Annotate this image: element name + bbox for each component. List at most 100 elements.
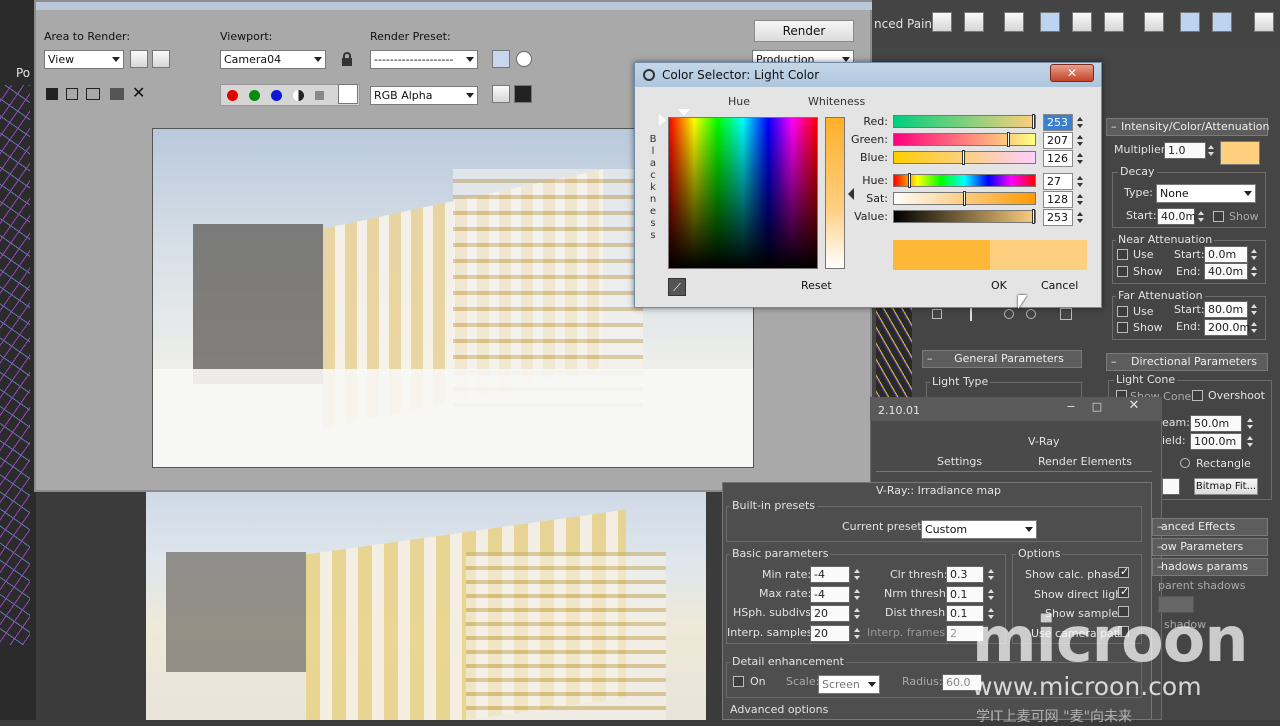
hotspot-input[interactable]: 50.0m xyxy=(1190,415,1242,432)
far-show-checkbox[interactable] xyxy=(1117,322,1128,333)
scale-select[interactable]: Screen xyxy=(818,675,880,694)
near-start-spinner[interactable] xyxy=(1249,246,1259,263)
clear-icon[interactable]: ✕ xyxy=(132,84,145,102)
hue-blackness-field[interactable] xyxy=(668,117,818,269)
shadow-params-rollout[interactable]: ow Parameters xyxy=(1152,538,1268,556)
near-use-checkbox[interactable] xyxy=(1117,249,1128,260)
far-end-spinner[interactable] xyxy=(1249,319,1259,336)
left-tab-label[interactable]: Po xyxy=(16,66,30,80)
directional-rollout-header[interactable]: Directional Parameters xyxy=(1106,353,1268,371)
channel-slider[interactable] xyxy=(893,133,1036,146)
render-button[interactable]: Render xyxy=(754,20,854,42)
channel-spinner[interactable] xyxy=(1075,114,1085,131)
toggle-ui-icon[interactable] xyxy=(514,85,532,103)
far-start-input[interactable]: 80.0m xyxy=(1204,301,1248,318)
clr-thresh-input[interactable]: 0.3 xyxy=(946,566,984,583)
falloff-spinner[interactable] xyxy=(1245,433,1255,450)
light-color-swatch[interactable] xyxy=(1220,141,1260,165)
far-start-spinner[interactable] xyxy=(1249,301,1259,318)
channel-slider-thumb[interactable] xyxy=(1007,132,1010,147)
alpha-channel-icon[interactable] xyxy=(293,90,304,101)
viewport-select[interactable]: Camera04 xyxy=(220,50,326,69)
decay-type-select[interactable]: None xyxy=(1156,184,1256,203)
far-use-checkbox[interactable] xyxy=(1117,306,1128,317)
hsph-subdivs-spinner[interactable] xyxy=(852,605,862,622)
reset-button[interactable]: Reset xyxy=(801,279,832,292)
multiplier-spinner[interactable] xyxy=(1206,142,1216,159)
environment-icon[interactable] xyxy=(516,51,532,67)
nrm-thresh-spinner[interactable] xyxy=(986,586,996,603)
channel-slider-thumb[interactable] xyxy=(1032,209,1035,224)
channel-slider[interactable] xyxy=(893,115,1036,128)
channel-slider[interactable] xyxy=(893,210,1036,223)
clone-frame-icon[interactable] xyxy=(86,88,100,100)
edit-region-icon[interactable] xyxy=(130,50,148,68)
vray-shadows-rollout[interactable]: hadows params xyxy=(1152,558,1268,576)
far-end-input[interactable]: 200.0m xyxy=(1204,319,1250,336)
general-params-rollout-header[interactable]: General Parameters xyxy=(922,350,1082,368)
material-editor-icon[interactable] xyxy=(1144,12,1164,32)
render-setup-icon[interactable] xyxy=(1180,12,1200,32)
min-rate-input[interactable]: -4 xyxy=(810,566,850,583)
max-rate-spinner[interactable] xyxy=(852,586,862,603)
overshoot-checkbox[interactable] xyxy=(1192,390,1203,401)
near-show-checkbox[interactable] xyxy=(1117,266,1128,277)
tab-settings[interactable]: Settings xyxy=(937,455,982,468)
pin-stack-icon[interactable] xyxy=(932,309,942,319)
interp-samples-input[interactable]: 20 xyxy=(810,625,850,642)
remove-modifier-icon[interactable] xyxy=(1026,309,1036,319)
rectangle-radio[interactable] xyxy=(1180,458,1190,468)
advanced-options-label[interactable]: Advanced options xyxy=(730,703,828,716)
channel-spinner[interactable] xyxy=(1075,150,1085,167)
near-start-input[interactable]: 0.0m xyxy=(1204,246,1248,263)
blue-channel-icon[interactable] xyxy=(271,90,282,101)
scene-explorer-icon[interactable] xyxy=(1040,12,1060,32)
clr-thresh-spinner[interactable] xyxy=(986,566,996,583)
align-icon[interactable] xyxy=(932,12,952,32)
monochrome-icon[interactable] xyxy=(315,91,324,100)
interp-samples-spinner[interactable] xyxy=(852,625,862,642)
eyedropper-icon[interactable]: ⟋ xyxy=(668,278,686,296)
green-channel-icon[interactable] xyxy=(249,90,260,101)
channel-value-input[interactable]: 128 xyxy=(1043,191,1073,208)
copy-image-icon[interactable] xyxy=(66,88,78,100)
nrm-thresh-input[interactable]: 0.1 xyxy=(946,586,984,603)
ok-button[interactable]: OK xyxy=(991,279,1007,292)
channel-slider[interactable] xyxy=(893,174,1036,187)
decay-start-input[interactable]: 40.0m xyxy=(1157,208,1196,225)
min-rate-spinner[interactable] xyxy=(852,566,862,583)
current-preset-select[interactable]: Custom xyxy=(921,520,1037,539)
channel-slider-thumb[interactable] xyxy=(1032,114,1035,129)
schematic-view-icon[interactable] xyxy=(1104,12,1124,32)
multiplier-input[interactable]: 1.0 xyxy=(1164,142,1206,159)
advanced-effects-rollout[interactable]: anced Effects xyxy=(1152,518,1268,536)
decay-start-spinner[interactable] xyxy=(1196,208,1206,225)
red-channel-icon[interactable] xyxy=(227,90,238,101)
hue-pointer-icon[interactable] xyxy=(678,109,690,116)
hsph-subdivs-input[interactable]: 20 xyxy=(810,605,850,622)
tab-render-elements[interactable]: Render Elements xyxy=(1038,455,1132,468)
channel-value-input[interactable]: 253 xyxy=(1043,209,1073,226)
save-image-icon[interactable] xyxy=(46,88,58,100)
print-image-icon[interactable] xyxy=(110,88,124,100)
render-setup-small-icon[interactable] xyxy=(492,50,510,68)
hotspot-spinner[interactable] xyxy=(1245,415,1255,432)
show-calc-phase-checkbox[interactable] xyxy=(1118,565,1129,578)
detail-on-checkbox[interactable] xyxy=(733,676,744,687)
near-end-input[interactable]: 40.0m xyxy=(1204,263,1248,280)
falloff-input[interactable]: 100.0m xyxy=(1190,433,1242,450)
area-to-render-select[interactable]: View xyxy=(44,50,124,69)
left-viewport-strip[interactable]: Po xyxy=(0,0,36,720)
render-frame-icon[interactable] xyxy=(1212,12,1232,32)
channel-spinner[interactable] xyxy=(1075,132,1085,149)
channel-spinner[interactable] xyxy=(1075,209,1085,226)
bitmap-fit-button[interactable]: Bitmap Fit... xyxy=(1194,478,1258,495)
close-button[interactable]: ✕ xyxy=(1126,398,1142,414)
channel-spinner[interactable] xyxy=(1075,191,1085,208)
toggle-ui-overlay-icon[interactable] xyxy=(492,85,510,103)
channel-select[interactable]: RGB Alpha xyxy=(370,86,478,105)
layer-manager-icon[interactable] xyxy=(1004,12,1024,32)
auto-region-icon[interactable] xyxy=(152,50,170,68)
curve-editor-icon[interactable] xyxy=(1072,12,1092,32)
decay-show-checkbox[interactable] xyxy=(1213,211,1224,222)
